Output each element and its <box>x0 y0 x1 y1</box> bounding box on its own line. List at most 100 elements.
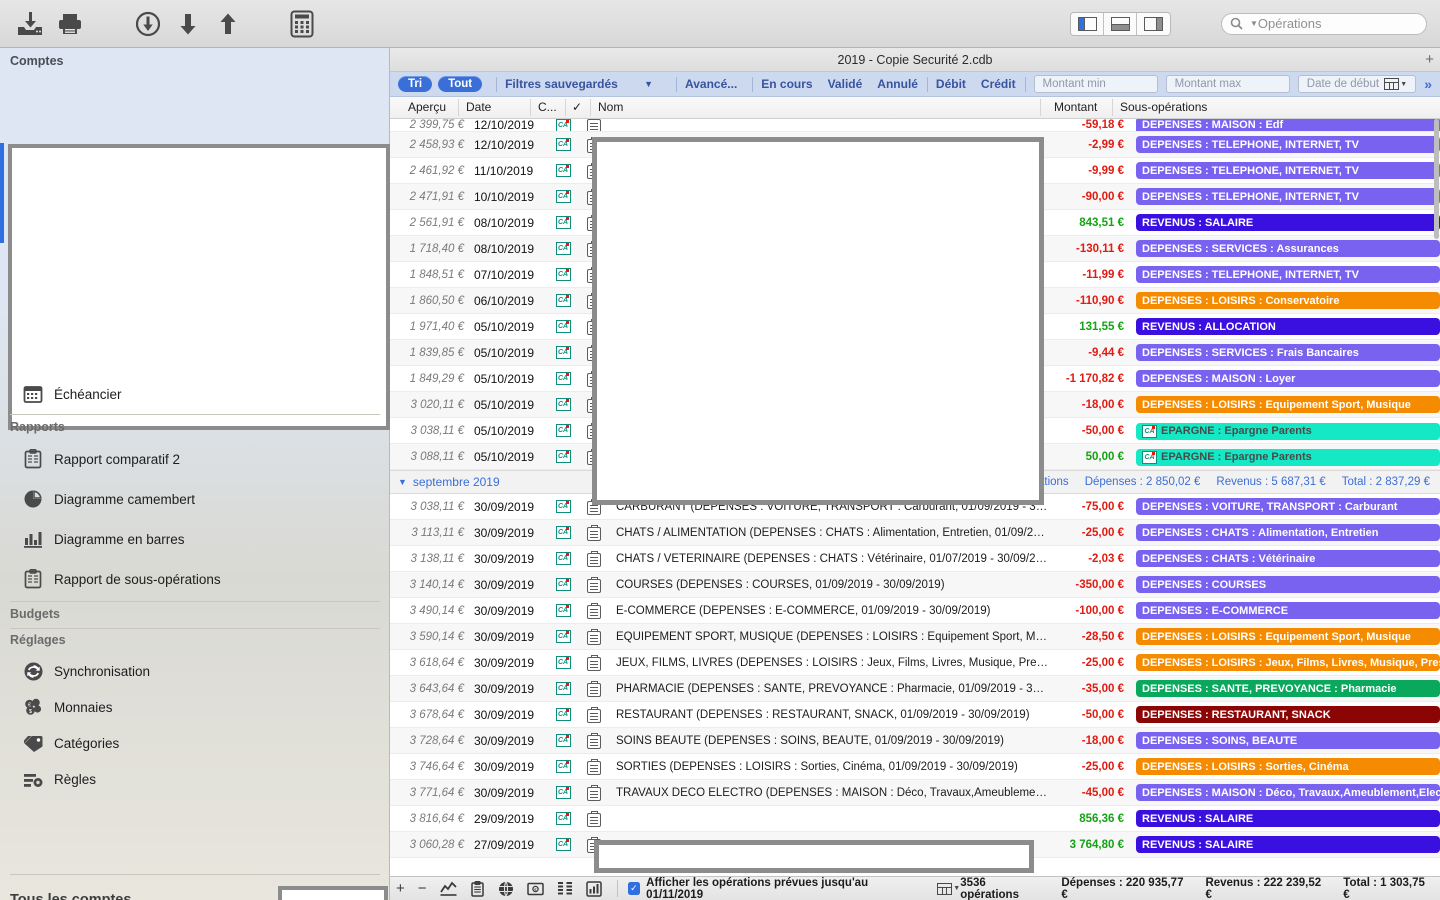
calculator-icon[interactable] <box>282 4 322 44</box>
arrow-down-icon[interactable] <box>168 4 208 44</box>
all-filter-button[interactable]: Tout <box>438 76 483 92</box>
row-category-cell[interactable]: DEPENSES : VOITURE, TRANSPORT : Carburan… <box>1130 498 1440 515</box>
column-header-apercu[interactable]: Aperçu <box>408 100 446 114</box>
column-header-sous-operations[interactable]: Sous-opérations <box>1120 100 1207 114</box>
table-row[interactable]: 3 138,11 € 30/09/2019 CA CHATS / VETERINAIR… <box>390 546 1440 572</box>
column-header-date[interactable]: Date <box>466 100 491 114</box>
filter-en-cours[interactable]: En cours <box>761 77 812 91</box>
table-row[interactable]: 3 140,14 € 30/09/2019 CA COURSES (DEPENSES … <box>390 572 1440 598</box>
globe-icon[interactable] <box>498 881 514 897</box>
row-category-cell[interactable]: DEPENSES : CHATS : Alimentation, Entreti… <box>1130 524 1440 541</box>
new-tab-button[interactable]: + <box>1425 51 1434 68</box>
scheduled-operation-icon[interactable] <box>587 680 601 697</box>
column-header-c[interactable]: C... <box>538 100 557 114</box>
row-category-cell[interactable]: DEPENSES : E-COMMERCE <box>1130 602 1440 619</box>
table-row[interactable]: 3 771,64 € 30/09/2019 CA TRAVAUX DECO ELECT… <box>390 780 1440 806</box>
row-category-cell[interactable]: REVENUS : SALAIRE <box>1130 836 1440 853</box>
stats-icon[interactable] <box>585 880 602 897</box>
row-status-cell[interactable] <box>576 810 612 827</box>
row-status-cell[interactable] <box>576 706 612 723</box>
sidebar-item-categories[interactable]: Catégories <box>0 727 390 759</box>
row-status-cell[interactable] <box>576 784 612 801</box>
scheduled-operation-icon[interactable] <box>587 810 601 827</box>
list-compare-icon[interactable] <box>557 881 573 896</box>
table-settings-icon[interactable]: ▼ <box>937 882 960 895</box>
divider[interactable] <box>458 99 459 116</box>
sidebar-item-regles[interactable]: Règles <box>0 763 390 795</box>
row-status-cell[interactable] <box>576 732 612 749</box>
clipboard-icon[interactable] <box>470 880 485 897</box>
row-category-cell[interactable]: DEPENSES : TELEPHONE, INTERNET, TV <box>1130 136 1440 153</box>
chevron-down-icon[interactable]: ▼ <box>1400 81 1407 88</box>
row-category-cell[interactable]: DEPENSES : TELEPHONE, INTERNET, TV <box>1130 188 1440 205</box>
chart-icon[interactable] <box>439 881 457 896</box>
scheduled-operation-icon[interactable] <box>587 654 601 671</box>
row-category-cell[interactable]: REVENUS : SALAIRE <box>1130 810 1440 827</box>
row-category-cell[interactable]: DEPENSES : CHATS : Vétérinaire <box>1130 550 1440 567</box>
sidebar-item-diagramme-camembert[interactable]: Diagramme camembert <box>0 483 390 515</box>
row-category-cell[interactable]: REVENUS : SALAIRE <box>1130 214 1440 231</box>
row-status-cell[interactable] <box>576 576 612 593</box>
amount-max-input[interactable]: Montant max <box>1165 75 1290 93</box>
row-category-cell[interactable]: DEPENSES : LOISIRS : Equipement Sport, M… <box>1130 628 1440 645</box>
vertical-scrollbar[interactable] <box>1433 119 1440 876</box>
date-start-input[interactable]: Date de début ▼ <box>1297 75 1417 93</box>
row-category-cell[interactable]: DEPENSES : TELEPHONE, INTERNET, TV <box>1130 266 1440 283</box>
scheduled-operation-icon[interactable] <box>587 706 601 723</box>
scrollbar-thumb[interactable] <box>1434 119 1439 239</box>
scheduled-operation-icon[interactable] <box>587 602 601 619</box>
sidebar-item-synchronisation[interactable]: Synchronisation <box>0 655 390 687</box>
import-icon[interactable] <box>10 4 50 44</box>
row-category-cell[interactable]: DEPENSES : LOISIRS : Jeux, Films, Livres… <box>1130 654 1440 671</box>
add-transaction-button[interactable]: + <box>396 880 405 897</box>
divider[interactable] <box>590 99 591 116</box>
filter-debit[interactable]: Débit <box>936 77 966 91</box>
table-row[interactable]: 2 399,75 € 12/10/2019 CA -59,18 € DEPENSES :… <box>390 119 1440 132</box>
row-category-cell[interactable]: DEPENSES : SERVICES : Frais Bancaires <box>1130 344 1440 361</box>
table-row[interactable]: 3 678,64 € 30/09/2019 CA RESTAURANT (DEPENS… <box>390 702 1440 728</box>
arrow-up-icon[interactable] <box>208 4 248 44</box>
sidebar-item-rapport-de-sous-operations[interactable]: Rapport de sous-opérations <box>0 563 390 595</box>
search-input[interactable]: ▼ Opérations <box>1221 12 1427 35</box>
scheduled-operation-icon[interactable] <box>587 784 601 801</box>
row-status-cell[interactable] <box>576 524 612 541</box>
calendar-picker-icon[interactable] <box>1384 78 1400 90</box>
scheduled-operation-icon[interactable] <box>587 550 601 567</box>
scheduled-operation-icon[interactable] <box>587 524 601 541</box>
column-header-montant[interactable]: Montant <box>1054 100 1097 114</box>
show-planned-checkbox[interactable]: ✓ <box>627 882 641 895</box>
divider[interactable] <box>1112 99 1113 116</box>
scheduled-operation-icon[interactable] <box>587 732 601 749</box>
row-category-cell[interactable]: DEPENSES : LOISIRS : Sorties, Cinéma <box>1130 758 1440 775</box>
row-status-cell[interactable] <box>576 550 612 567</box>
divider[interactable] <box>1040 99 1041 116</box>
row-status-cell[interactable] <box>576 628 612 645</box>
row-status-cell[interactable] <box>576 680 612 697</box>
search-dropdown-chevron-icon[interactable]: ▼ <box>1250 19 1258 28</box>
advanced-filter-button[interactable]: Avancé... <box>685 77 737 91</box>
scheduled-operation-icon[interactable] <box>587 576 601 593</box>
table-row[interactable]: 3 618,64 € 30/09/2019 CA JEUX, FILMS, LIVRE… <box>390 650 1440 676</box>
row-status-cell[interactable] <box>576 602 612 619</box>
divider[interactable] <box>565 99 566 116</box>
sidebar-item-diagramme-en-barres[interactable]: Diagramme en barres <box>0 523 390 555</box>
sidebar-item-echeancier[interactable]: Échéancier <box>0 378 390 410</box>
disclosure-triangle-icon[interactable]: ▼ <box>398 477 407 487</box>
row-category-cell[interactable]: DEPENSES : TELEPHONE, INTERNET, TV <box>1130 162 1440 179</box>
row-category-cell[interactable]: DEPENSES : MAISON : Déco, Travaux,Ameubl… <box>1130 784 1440 801</box>
row-category-cell[interactable]: DEPENSES : MAISON : Edf <box>1130 119 1440 131</box>
remove-transaction-button[interactable]: − <box>418 880 427 897</box>
amount-min-input[interactable]: Montant min <box>1033 75 1158 93</box>
row-category-cell[interactable]: CA EPARGNE : Epargne Parents <box>1130 448 1440 466</box>
row-status-cell[interactable] <box>576 758 612 775</box>
scheduled-operation-icon[interactable] <box>587 628 601 645</box>
row-status-cell[interactable] <box>576 119 612 131</box>
column-header-nom[interactable]: Nom <box>598 100 623 114</box>
row-category-cell[interactable]: DEPENSES : RESTAURANT, SNACK <box>1130 706 1440 723</box>
row-category-cell[interactable]: DEPENSES : LOISIRS : Equipement Sport, M… <box>1130 396 1440 413</box>
filter-valide[interactable]: Validé <box>828 77 863 91</box>
table-row[interactable]: 3 113,11 € 30/09/2019 CA CHATS / ALIMENTATI… <box>390 520 1440 546</box>
row-category-cell[interactable]: DEPENSES : SOINS, BEAUTE <box>1130 732 1440 749</box>
print-icon[interactable] <box>50 4 90 44</box>
table-row[interactable]: 3 816,64 € 29/09/2019 CA 856,36 € REVENUS : … <box>390 806 1440 832</box>
